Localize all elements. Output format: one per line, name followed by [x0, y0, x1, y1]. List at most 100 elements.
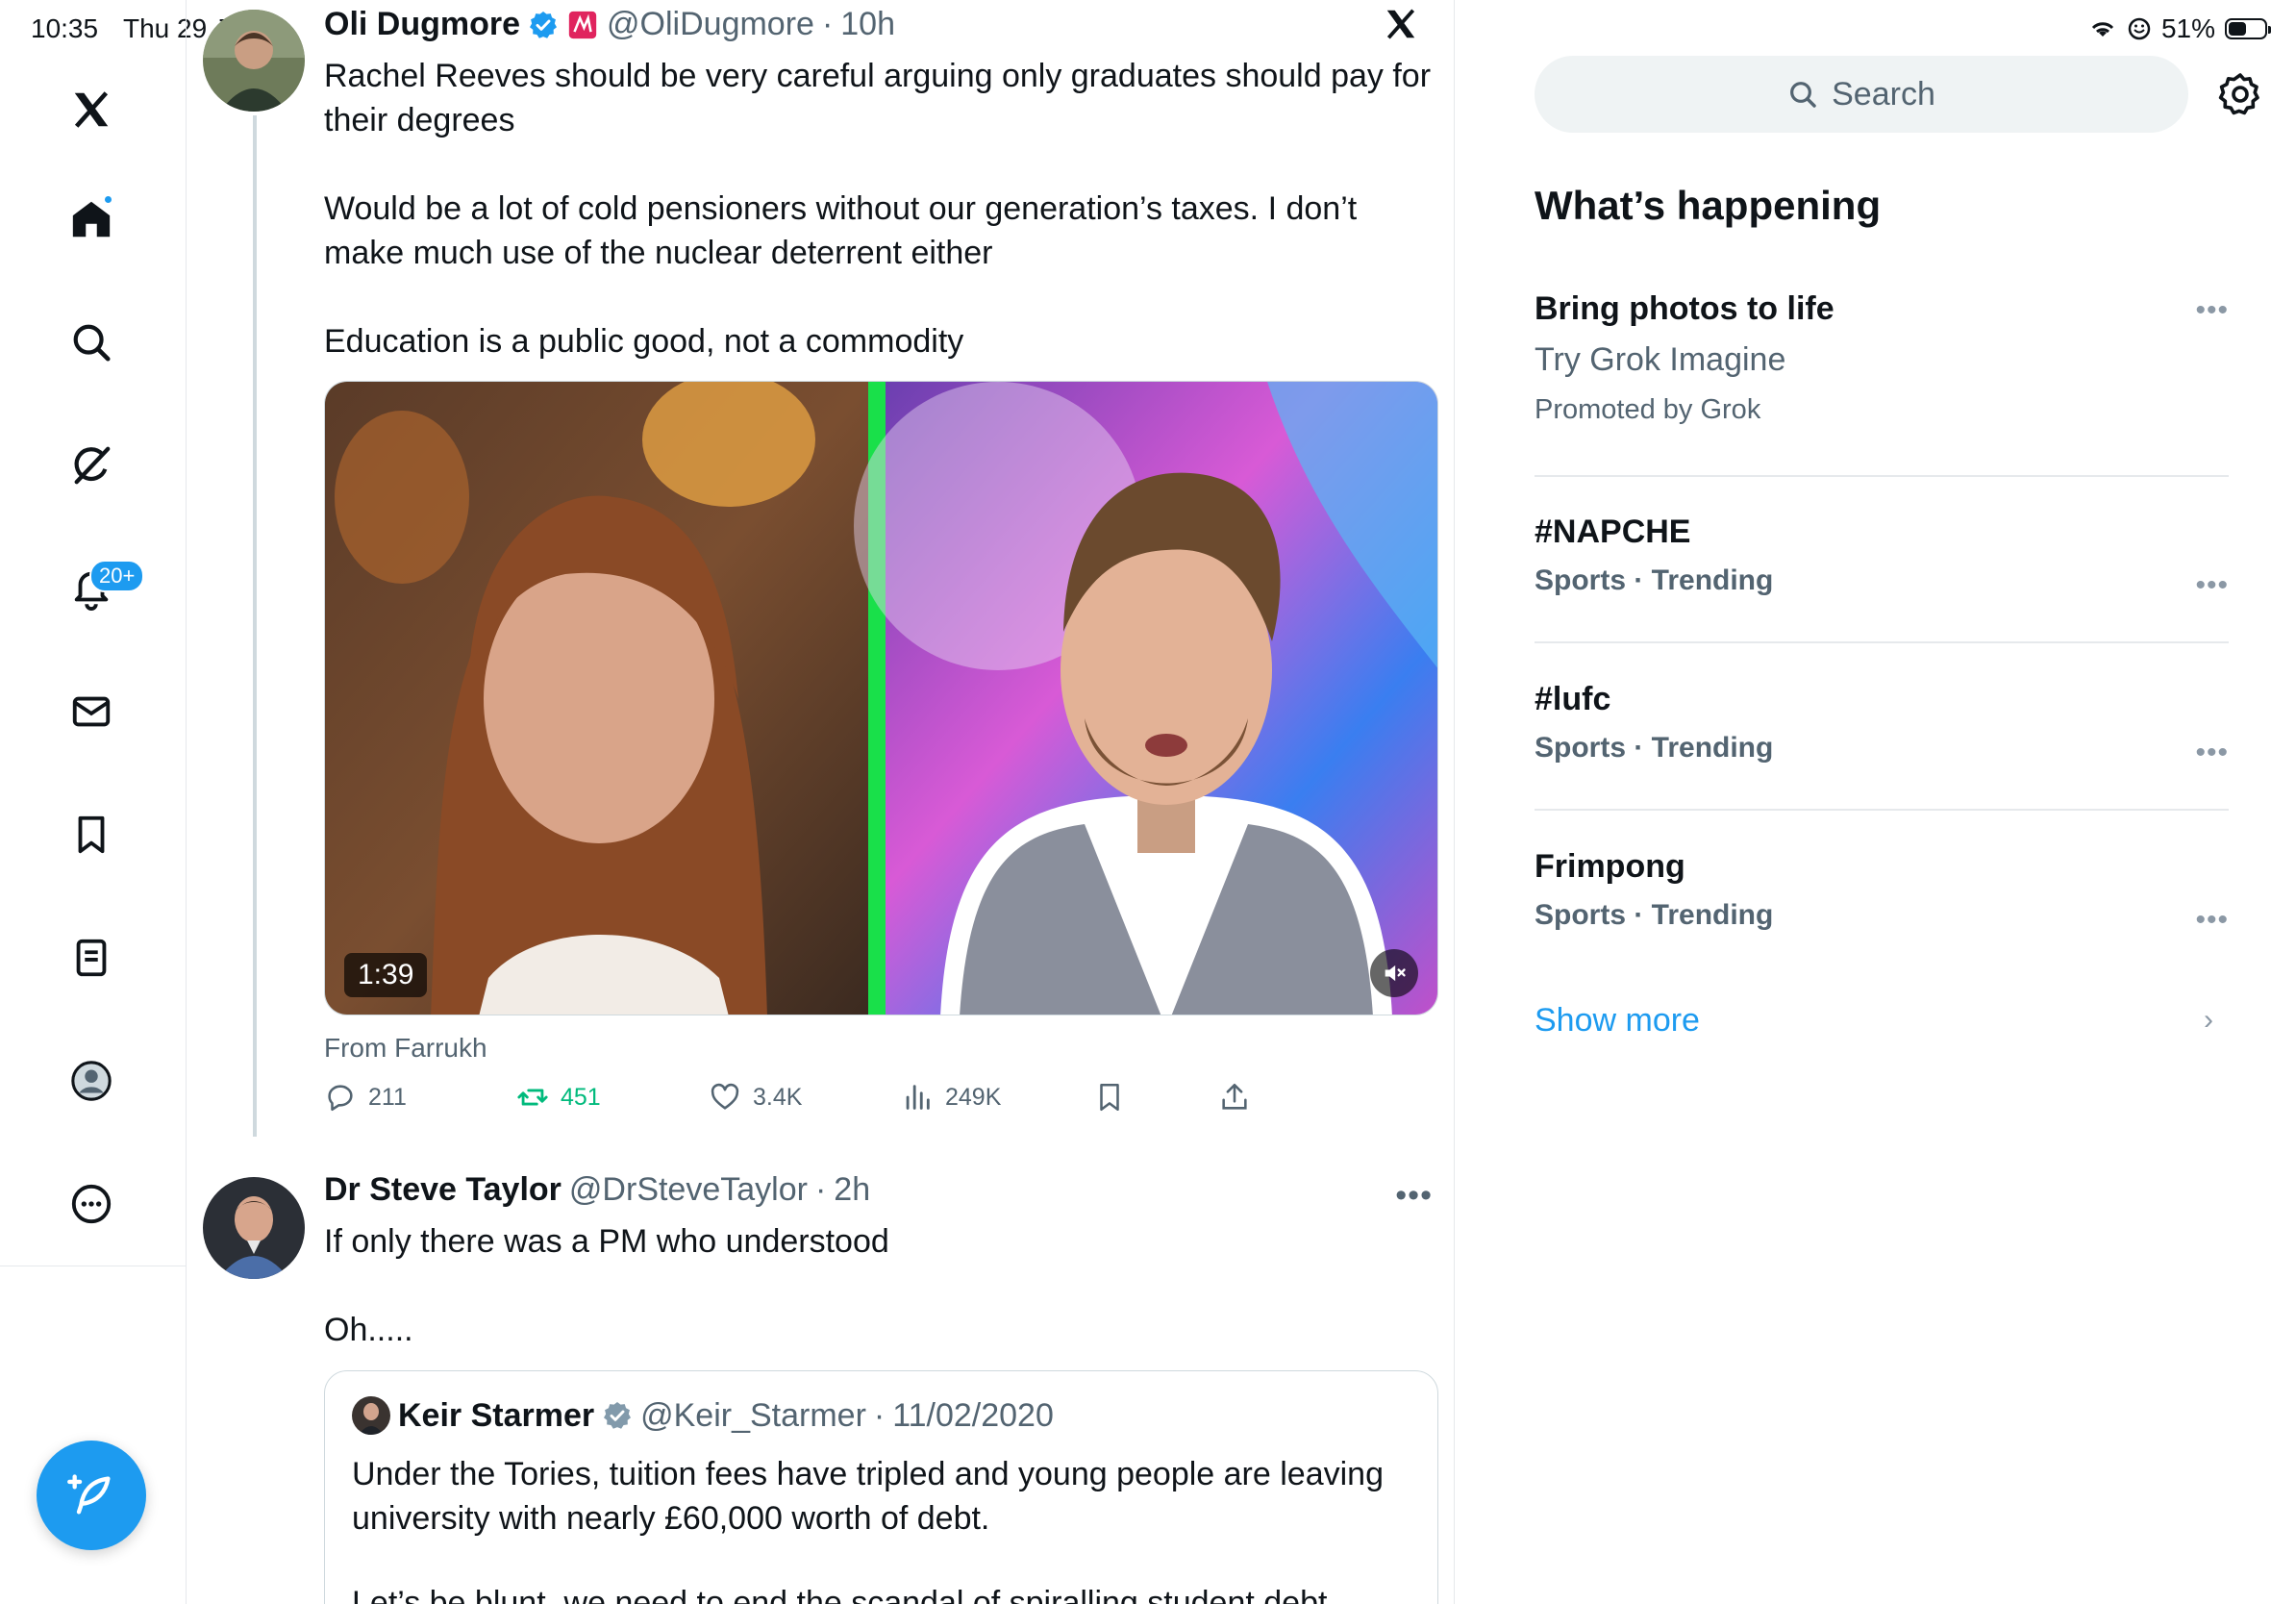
compose-feather-icon	[67, 1474, 111, 1515]
search-icon	[1790, 82, 1816, 108]
trend-item-lufc[interactable]: #lufc Sports · Trending •••	[1535, 681, 2229, 768]
trend-divider	[1535, 641, 2229, 643]
trend-title: #lufc	[1535, 681, 1611, 717]
trend-item-napche[interactable]: #NAPCHE Sports · Trending •••	[1535, 514, 2229, 601]
reply-header-separator: ·	[814, 1171, 827, 1208]
trend-more-button[interactable]: •••	[2195, 904, 2229, 937]
verified-badge-icon	[530, 11, 558, 38]
reply-author-name[interactable]: Dr Steve Taylor	[324, 1171, 562, 1209]
reply-icon	[328, 1085, 353, 1112]
quote-avatar[interactable]	[352, 1396, 390, 1435]
views-count: 249K	[945, 1083, 1002, 1111]
trend-title: #NAPCHE	[1535, 514, 1691, 550]
trend-divider	[1535, 475, 2229, 477]
trend-subtitle: Try Grok Imagine	[1535, 341, 1786, 378]
search-icon[interactable]	[53, 304, 130, 381]
search-placeholder: Search	[1832, 75, 1935, 113]
like-button[interactable]: 3.4K	[709, 1081, 802, 1114]
more-icon[interactable]	[53, 1165, 130, 1242]
reply-header: Dr Steve Taylor @DrSteveTaylor · 2h	[324, 1171, 870, 1209]
heart-icon	[711, 1083, 739, 1110]
home-icon[interactable]	[53, 181, 130, 258]
tweet-header: Oli Dugmore @OliDugmore · 10h	[324, 6, 895, 43]
trend-more-button[interactable]: •••	[2195, 294, 2229, 327]
bell-icon[interactable]: 20+	[53, 550, 145, 627]
views-chart-icon	[906, 1085, 930, 1110]
trend-item-promoted[interactable]: Bring photos to life Try Grok Imagine Pr…	[1535, 290, 2229, 426]
share-button[interactable]	[1218, 1081, 1251, 1114]
quote-text: Under the Tories, tuition fees have trip…	[352, 1456, 1384, 1537]
trend-divider	[1535, 809, 2229, 811]
promoted-label: Promoted by Grok	[1535, 394, 1761, 425]
tweet-actions: 211 451 3.4K 249K	[324, 1081, 1285, 1123]
avatar-oli-dugmore[interactable]	[203, 10, 305, 112]
like-count: 3.4K	[753, 1083, 803, 1111]
tweet-text: Rachel Reeves should be very careful arg…	[324, 58, 1432, 360]
quote-separator: ·	[873, 1396, 886, 1434]
focus-smile-icon	[2128, 17, 2151, 40]
wifi-icon	[2091, 22, 2114, 37]
quote-handle[interactable]: @Keir_Starmer	[640, 1397, 866, 1435]
trend-title: Bring photos to life	[1535, 290, 1834, 327]
quote-date[interactable]: 11/02/2020	[892, 1397, 1054, 1435]
grok-icon[interactable]	[53, 427, 130, 504]
trend-more-button[interactable]: •••	[2195, 569, 2229, 602]
trend-title: Frimpong	[1535, 848, 1685, 885]
reply-button[interactable]: 211	[324, 1081, 407, 1114]
trend-subtitle: Sports · Trending	[1535, 732, 1774, 764]
video-attribution[interactable]: From Farrukh	[324, 1033, 487, 1064]
bookmark-icon[interactable]	[53, 796, 130, 873]
repost-icon	[517, 1089, 548, 1106]
chevron-right-icon: ›	[2204, 1004, 2213, 1036]
search-bar[interactable]: Search	[1535, 56, 2188, 133]
notifications-badge: 20+	[89, 560, 145, 592]
thread-connector	[253, 115, 257, 1137]
tweet-video[interactable]: 1:39	[324, 381, 1438, 1015]
home-new-dot	[105, 196, 112, 203]
trend-item-frimpong[interactable]: Frimpong Sports · Trending •••	[1535, 848, 2229, 936]
header-separator: ·	[821, 6, 834, 42]
settings-gear-icon[interactable]	[2217, 71, 2263, 117]
status-indicators: 51%	[2088, 13, 2271, 44]
avatar-dr-steve-taylor[interactable]	[203, 1177, 305, 1279]
quoted-tweet[interactable]: Keir Starmer @Keir_Starmer · 11/02/2020 …	[324, 1370, 1438, 1604]
views-button[interactable]: 249K	[901, 1081, 1001, 1114]
speaker-muted-icon	[1385, 965, 1406, 982]
author-handle[interactable]: @OliDugmore	[607, 6, 814, 43]
timeline-column: Oli Dugmore @OliDugmore · 10h Rachel Ree…	[187, 0, 1455, 1604]
mail-icon[interactable]	[53, 673, 130, 750]
trend-more-button[interactable]: •••	[2195, 737, 2229, 769]
mute-button[interactable]	[1370, 949, 1418, 997]
video-duration: 1:39	[344, 953, 428, 997]
reply-more-button[interactable]: •••	[1395, 1177, 1433, 1215]
reply-time[interactable]: 2h	[834, 1171, 870, 1209]
x-logo-icon[interactable]	[53, 71, 130, 148]
gray-verified-badge-icon	[604, 1402, 632, 1429]
battery-icon	[2225, 18, 2271, 39]
video-thumbnail	[325, 382, 1437, 1015]
lists-icon[interactable]	[53, 919, 130, 996]
whats-happening-title: What’s happening	[1535, 183, 1882, 228]
share-icon	[1222, 1083, 1247, 1110]
bookmark-icon	[1100, 1083, 1119, 1112]
profile-icon[interactable]	[53, 1042, 130, 1119]
compose-button[interactable]	[37, 1441, 146, 1550]
trend-subtitle: Sports · Trending	[1535, 899, 1774, 931]
show-more-link[interactable]: Show more	[1535, 1002, 1700, 1040]
author-name[interactable]: Oli Dugmore	[324, 6, 520, 43]
x-logo-close-icon[interactable]	[1383, 6, 1419, 52]
reply-count: 211	[368, 1083, 407, 1111]
tweet-time[interactable]: 10h	[840, 6, 895, 43]
trend-subtitle: Sports · Trending	[1535, 564, 1774, 596]
left-nav: 20+	[0, 0, 187, 1604]
reply-text: If only there was a PM who understood Oh…	[324, 1223, 889, 1348]
repost-count: 451	[561, 1083, 601, 1111]
bookmark-tweet-button[interactable]	[1093, 1081, 1126, 1114]
repost-button[interactable]: 451	[516, 1081, 601, 1114]
affiliate-badge-icon	[568, 11, 597, 38]
quote-author-name[interactable]: Keir Starmer	[398, 1397, 594, 1435]
battery-percent: 51%	[2160, 13, 2215, 43]
quote-header: Keir Starmer @Keir_Starmer · 11/02/2020	[352, 1396, 1054, 1435]
reply-handle[interactable]: @DrSteveTaylor	[569, 1171, 808, 1209]
quote-text-continued: Let’s be blunt, we need to end the scand…	[352, 1585, 1328, 1604]
